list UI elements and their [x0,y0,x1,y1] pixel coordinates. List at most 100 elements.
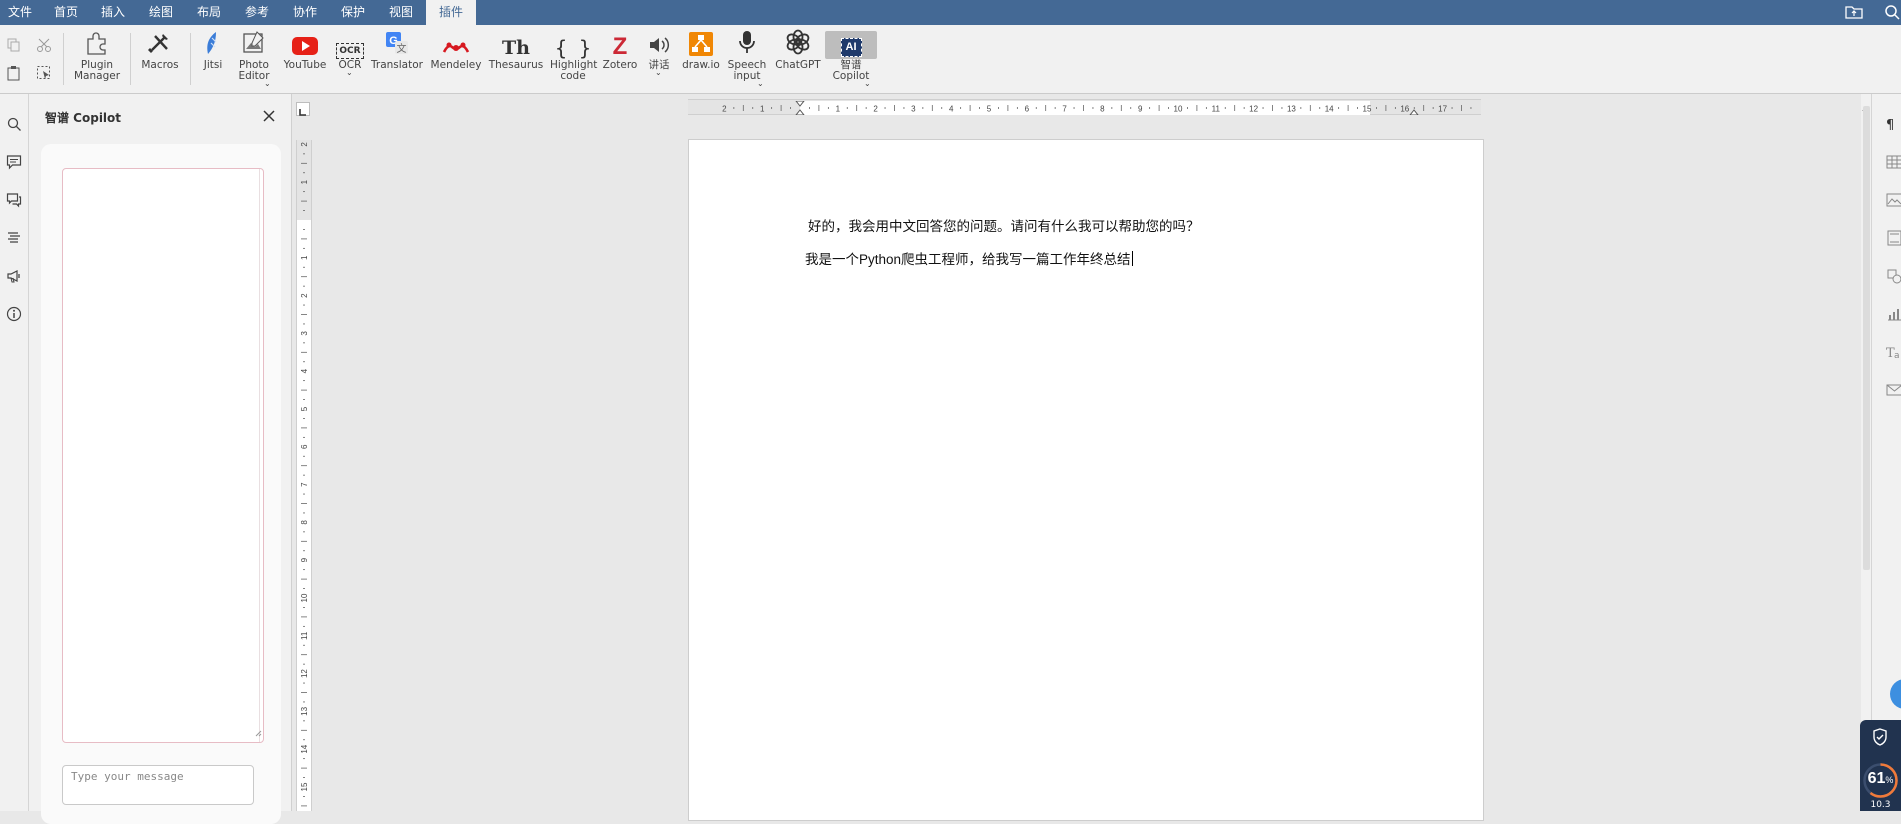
vertical-ruler[interactable]: 2 1 1 2 3 4 5 6 7 8 9 10 11 12 13 14 15 [296,140,312,820]
menu-view[interactable]: 视图 [389,0,413,25]
thesaurus-button[interactable]: Th Thesaurus [488,31,544,71]
photo-editor-button[interactable]: Photo Editor ⌄ [234,30,274,88]
document-paragraph[interactable]: 我是一个Python爬虫工程师，给我写一篇工作年终总结 [805,248,1133,268]
chevron-down-icon: ⌄ [346,68,353,77]
resize-handle-icon[interactable] [255,722,262,741]
translator-button[interactable]: G文 Translator [370,31,424,71]
shape-settings-icon[interactable] [1886,268,1901,288]
macros-button[interactable]: Macros [138,31,182,71]
drawio-button[interactable]: draw.io [680,31,722,71]
speak-button[interactable]: 讲话 ⌄ [644,31,674,77]
menu-home[interactable]: 首页 [54,0,78,25]
chart-settings-icon[interactable] [1886,306,1901,326]
table-settings-icon[interactable] [1886,154,1901,173]
announcement-icon[interactable] [6,268,22,288]
menu-plugins[interactable]: 插件 [426,0,476,25]
ruler-label: 2 [300,293,309,298]
status-subvalue: 10.3 [1870,800,1891,810]
menu-file[interactable]: 文件 [8,0,32,25]
comment-icon[interactable] [6,154,22,174]
chatgpt-label: ChatGPT [775,59,821,71]
select-icon[interactable] [36,65,52,85]
speech-input-button[interactable]: Speech input ⌄ [726,31,768,88]
vertical-scrollbar[interactable] [1861,94,1871,811]
ruler-label: 10 [300,593,309,602]
ruler-label: 13 [1287,105,1296,114]
chevron-down-icon: ⌄ [655,68,662,77]
menu-protect[interactable]: 保护 [341,0,365,25]
horizontal-ruler[interactable]: 2 1 1 2 3 4 5 6 7 8 9 10 11 12 13 14 15 16 17 [688,99,1481,116]
paste-icon[interactable] [6,65,22,85]
search-icon[interactable] [1884,4,1900,24]
menu-layout[interactable]: 布局 [197,0,221,25]
search-icon[interactable] [6,116,22,136]
status-badge[interactable]: 61% 10.3 [1860,720,1901,811]
chat-icon[interactable] [6,192,22,212]
ruler-label: 1 [760,105,765,114]
ruler-label: 13 [300,706,309,715]
highlight-code-button[interactable]: { } Highlight code [550,31,598,82]
ruler-label: 11 [1212,105,1221,114]
drawio-icon [689,32,713,59]
chatgpt-icon [784,28,812,59]
chevron-down-icon: ⌄ [757,79,764,88]
document-paragraph[interactable]: 好的，我会用中文回答您的问题。请问有什么我可以帮助您的吗？ [808,215,1200,235]
paragraph-settings-icon[interactable]: ¶ [1886,116,1900,135]
chatgpt-button[interactable]: ChatGPT [774,28,822,71]
document-page[interactable]: 好的，我会用中文回答您的问题。请问有什么我可以帮助您的吗？ 我是一个Python… [688,139,1484,821]
ocr-button[interactable]: OCR OCR ⌄ [335,31,365,77]
menu-insert[interactable]: 插入 [101,0,125,25]
cut-icon[interactable] [36,37,52,57]
macros-icon [147,30,173,59]
mail-merge-icon[interactable] [1886,382,1901,401]
copilot-button[interactable]: AI 智谱 Copilot ⌄ [825,31,877,88]
tab-stop-selector[interactable] [296,102,310,116]
status-number: 61 [1867,770,1886,787]
youtube-icon [292,36,318,59]
message-input[interactable]: Type your message [62,765,254,805]
zotero-icon: Z [612,33,628,60]
toolbar-separator [190,33,191,85]
menu-collaborate[interactable]: 协作 [293,0,317,25]
chat-history-area[interactable] [62,168,264,743]
text-art-icon[interactable]: Ta [1886,344,1901,364]
close-icon[interactable] [262,108,276,122]
plugin-manager-button[interactable]: Plugin Manager [74,31,120,82]
ruler-label: 12 [300,669,309,678]
header-footer-icon[interactable] [1886,230,1901,250]
translator-icon: G文 [384,30,410,59]
ruler-label: 1 [300,179,309,184]
youtube-button[interactable]: YouTube [282,31,328,71]
text-cursor [1131,251,1133,266]
ruler-label: 3 [300,331,309,336]
panel-title: 智谱 Copilot [45,111,122,125]
youtube-label: YouTube [283,59,327,71]
mendeley-label: Mendeley [430,59,482,71]
macros-label: Macros [141,59,179,71]
ruler-label: 14 [300,744,309,753]
headings-icon[interactable] [6,230,22,250]
jitsi-button[interactable]: Jitsi [198,31,228,71]
scrollbar-thumb[interactable] [1863,106,1870,570]
plugin-manager-icon [84,30,110,59]
menu-draw[interactable]: 绘图 [149,0,173,25]
highlight-code-label: Highlight code [550,59,598,82]
menu-bar: 文件 首页 插入 绘图 布局 参考 协作 保护 视图 插件 [0,0,1901,25]
copy-icon[interactable] [6,37,22,57]
zotero-button[interactable]: Z Zotero [602,31,638,71]
ruler-label: 4 [300,368,309,373]
open-file-location-icon[interactable] [1845,4,1863,24]
paragraph-text[interactable]: 我是一个Python爬虫工程师，给我写一篇工作年终总结 [805,252,1131,267]
jitsi-label: Jitsi [203,59,223,71]
mendeley-icon [442,36,470,59]
thesaurus-label: Thesaurus [488,59,544,71]
menu-references[interactable]: 参考 [245,0,269,25]
ruler-label: 1 [300,255,309,260]
image-settings-icon[interactable] [1886,192,1901,211]
photo-editor-icon [242,30,266,59]
plugins-toolbar: Plugin Manager Macros Jitsi Photo Editor… [0,25,1901,94]
chevron-down-icon: ⌄ [264,79,271,88]
ruler-label: 9 [1138,105,1143,114]
mendeley-button[interactable]: Mendeley [430,31,482,71]
info-icon[interactable] [6,306,22,326]
